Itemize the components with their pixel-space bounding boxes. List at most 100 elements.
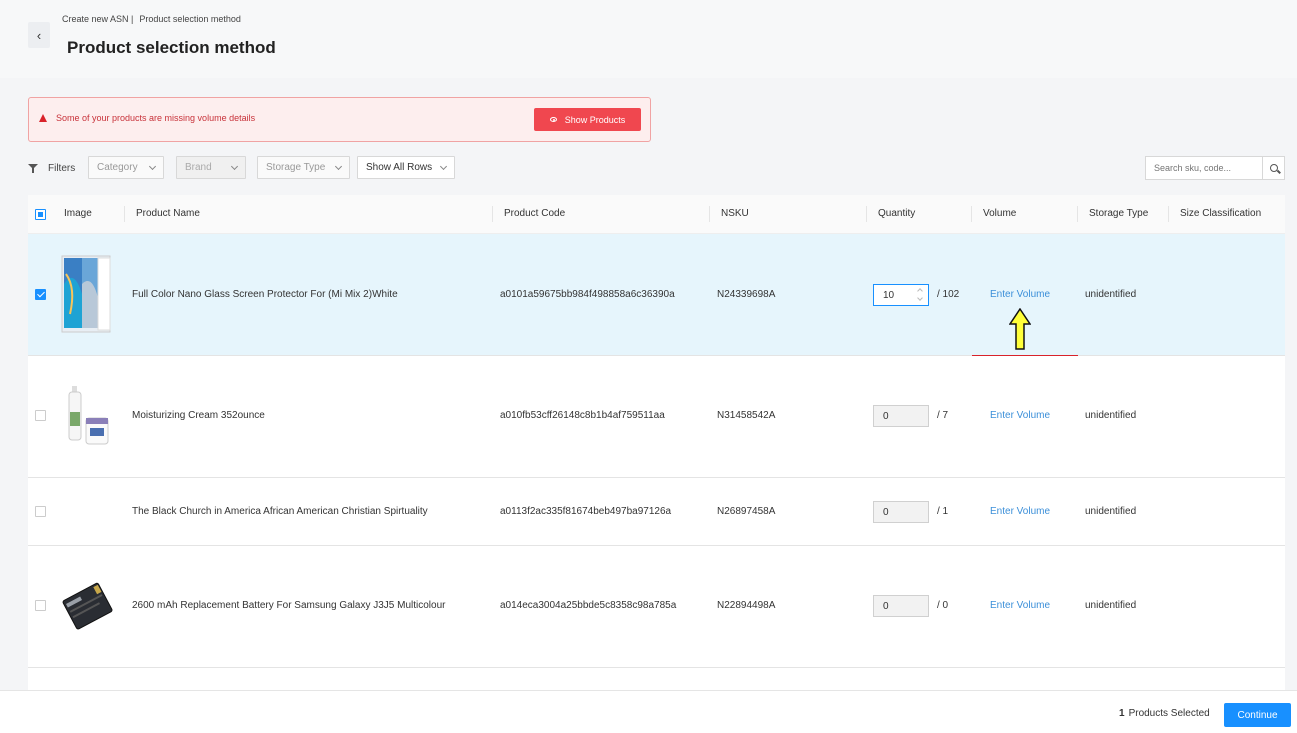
nsku: N24339698A	[717, 289, 776, 300]
column-divider	[866, 206, 867, 222]
product-name: The Black Church in America African Amer…	[132, 506, 428, 517]
column-divider	[709, 206, 710, 222]
column-divider	[492, 206, 493, 222]
quantity-input[interactable]: 10	[873, 284, 929, 306]
breadcrumb: Create new ASN | Product selection metho…	[62, 14, 241, 24]
breadcrumb-item-current: Product selection method	[139, 14, 241, 24]
quantity-input[interactable]: 0	[873, 595, 929, 617]
selected-count-label: Products Selected	[1128, 708, 1210, 719]
table-row[interactable]: Full Color Nano Glass Screen Protector F…	[28, 234, 1285, 356]
validation-underline	[972, 355, 1078, 356]
chevron-down-icon	[230, 162, 239, 171]
nsku: N31458542A	[717, 410, 776, 421]
filter-bar: Filters	[28, 156, 85, 180]
products-table: Image Product Name Product Code NSKU Qua…	[28, 195, 1285, 690]
table-row[interactable]: 2600 mAh Replacement Battery For Samsung…	[28, 546, 1285, 668]
back-button[interactable]: ‹	[28, 22, 50, 48]
storage-type-dropdown[interactable]: Storage Type	[257, 156, 350, 179]
selected-count-number: 1	[1119, 708, 1125, 719]
brand-dropdown-label: Brand	[185, 162, 212, 173]
product-name: 2600 mAh Replacement Battery For Samsung…	[132, 600, 446, 611]
quantity-value: 0	[883, 600, 889, 612]
storage-type: unidentified	[1085, 410, 1137, 421]
column-divider	[971, 206, 972, 222]
column-header-product-name: Product Name	[136, 208, 200, 219]
rows-dropdown[interactable]: Show All Rows	[357, 156, 455, 179]
filters-label: Filters	[48, 162, 76, 174]
storage-type: unidentified	[1085, 506, 1137, 517]
category-dropdown[interactable]: Category	[88, 156, 164, 179]
product-code: a010fb53cff26148c8b1b4af759511aa	[500, 410, 665, 421]
quantity-value: 0	[883, 506, 889, 518]
product-image-screen-protector	[61, 255, 111, 333]
row-checkbox[interactable]	[35, 410, 46, 421]
storage-type: unidentified	[1085, 600, 1137, 611]
row-checkbox[interactable]	[35, 506, 46, 517]
column-divider	[1077, 206, 1078, 222]
column-divider	[1168, 206, 1169, 222]
product-name: Full Color Nano Glass Screen Protector F…	[132, 289, 398, 300]
footer-bar: 1 Products Selected Continue	[0, 690, 1297, 733]
chevron-left-icon: ‹	[36, 27, 42, 43]
storage-type: unidentified	[1085, 289, 1137, 300]
column-header-quantity: Quantity	[878, 208, 916, 219]
search-icon	[1269, 164, 1278, 172]
category-dropdown-label: Category	[97, 162, 138, 173]
quantity-input[interactable]: 0	[873, 501, 929, 523]
quantity-stepper[interactable]	[916, 287, 925, 303]
table-row[interactable]	[28, 668, 1285, 690]
table-row[interactable]: Moisturizing Cream 352ounce a010fb53cff2…	[28, 356, 1285, 478]
product-image-battery	[62, 582, 113, 630]
table-row[interactable]: The Black Church in America African Amer…	[28, 478, 1285, 546]
quantity-max: / 0	[937, 600, 949, 611]
breadcrumb-item-create-asn[interactable]: Create new ASN |	[62, 14, 133, 24]
quantity-max: / 102	[937, 289, 960, 300]
chevron-down-icon	[148, 162, 157, 171]
product-code: a0101a59675bb984f498858a6c36390a	[500, 289, 675, 300]
select-all-checkbox[interactable]	[35, 209, 46, 220]
column-header-product-code: Product Code	[504, 208, 566, 219]
column-header-image: Image	[64, 208, 92, 219]
enter-volume-link[interactable]: Enter Volume	[990, 410, 1050, 421]
enter-volume-link[interactable]: Enter Volume	[990, 289, 1050, 300]
storage-type-dropdown-label: Storage Type	[266, 162, 326, 173]
page-header: ‹ Create new ASN | Product selection met…	[0, 0, 1297, 78]
enter-volume-link[interactable]: Enter Volume	[990, 600, 1050, 611]
search-box	[1145, 156, 1285, 180]
alert-message: Some of your products are missing volume…	[56, 113, 256, 123]
show-products-label: Show Products	[564, 114, 626, 125]
product-code: a014eca3004a25bbde5c8358c98a785a	[500, 600, 677, 611]
row-checkbox[interactable]	[35, 289, 46, 300]
enter-volume-link[interactable]: Enter Volume	[990, 506, 1050, 517]
missing-volume-alert: Some of your products are missing volume…	[28, 97, 651, 142]
chevron-down-icon	[439, 162, 448, 171]
column-header-storage-type: Storage Type	[1089, 208, 1149, 219]
quantity-input[interactable]: 0	[873, 405, 929, 427]
nsku: N26897458A	[717, 506, 776, 517]
main-content: Some of your products are missing volume…	[0, 78, 1297, 690]
nsku: N22894498A	[717, 600, 776, 611]
selected-count: 1 Products Selected	[1119, 708, 1210, 719]
chevron-down-icon	[334, 162, 343, 171]
quantity-value: 10	[883, 289, 895, 301]
quantity-value: 0	[883, 410, 889, 422]
column-divider	[124, 206, 125, 222]
quantity-max: / 7	[937, 410, 949, 421]
column-header-size-classification: Size Classification	[1180, 208, 1262, 219]
product-image-cream	[68, 386, 109, 445]
quantity-max: / 1	[937, 506, 949, 517]
annotation-arrow-icon	[1009, 308, 1031, 350]
filter-icon	[28, 163, 38, 173]
eye-icon	[549, 117, 557, 122]
continue-button[interactable]: Continue	[1224, 703, 1291, 727]
show-products-button[interactable]: Show Products	[534, 108, 641, 131]
product-code: a0113f2ac335f81674beb497ba97126a	[500, 506, 672, 517]
row-checkbox[interactable]	[35, 600, 46, 611]
table-header: Image Product Name Product Code NSKU Qua…	[28, 195, 1285, 234]
page-title: Product selection method	[67, 38, 276, 57]
brand-dropdown[interactable]: Brand	[176, 156, 246, 179]
column-header-volume: Volume	[983, 208, 1017, 219]
column-header-nsku: NSKU	[721, 208, 749, 219]
search-button[interactable]	[1262, 157, 1284, 179]
search-input[interactable]	[1146, 157, 1263, 179]
